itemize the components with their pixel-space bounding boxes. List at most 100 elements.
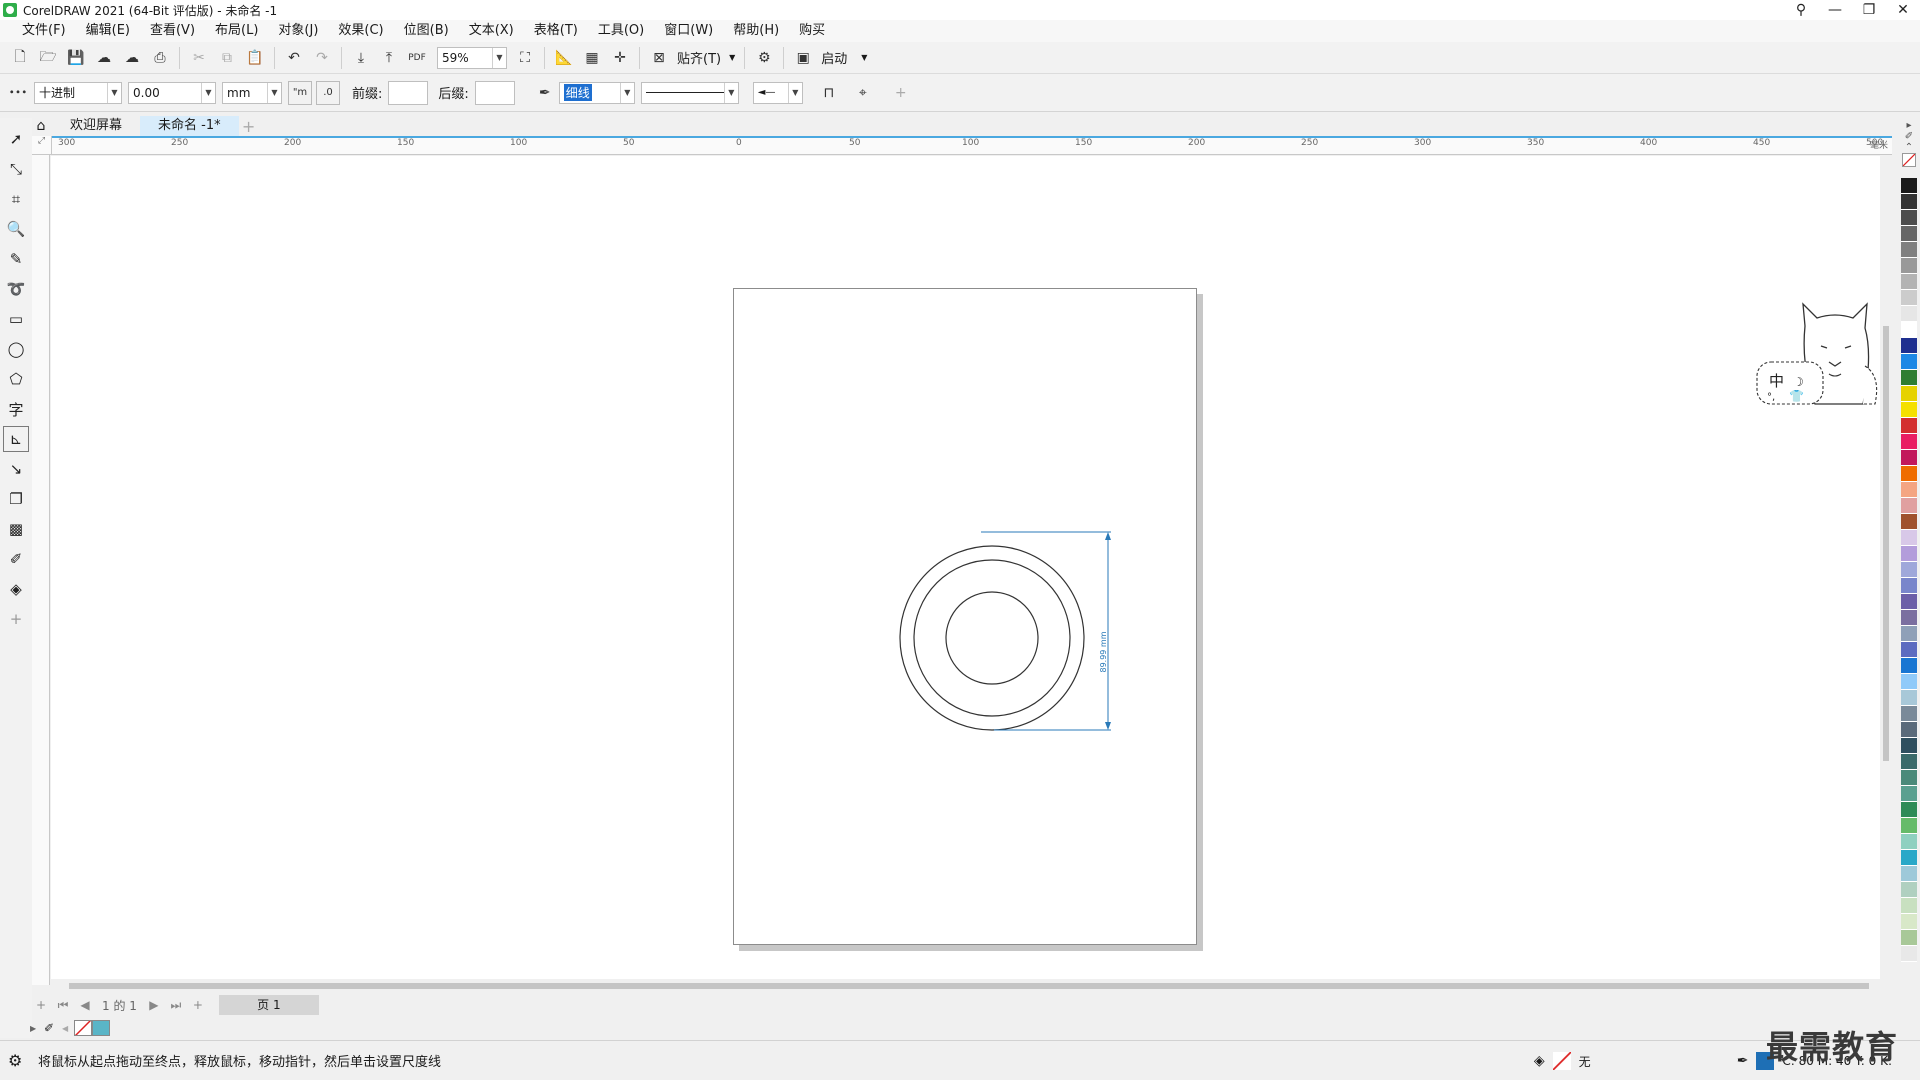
palette-swatch[interactable]: [1901, 546, 1917, 562]
palette-swatch[interactable]: [1901, 786, 1917, 802]
middle-circle[interactable]: [913, 559, 1071, 717]
palette-swatch[interactable]: [1901, 866, 1917, 882]
palette-swatch[interactable]: [1901, 258, 1917, 274]
ruler-corner[interactable]: ⤢: [32, 136, 52, 155]
palette-swatch[interactable]: [1901, 194, 1917, 210]
menu-help[interactable]: 帮助(H): [723, 20, 789, 42]
application-launcher-icon[interactable]: ▣: [791, 46, 815, 70]
copy-icon[interactable]: ⧉: [215, 46, 239, 70]
full-screen-icon[interactable]: ⛶: [513, 46, 537, 70]
palette-swatch[interactable]: [1901, 930, 1917, 946]
palette-swatch[interactable]: [1901, 594, 1917, 610]
menu-file[interactable]: 文件(F): [12, 20, 76, 42]
no-color-swatch[interactable]: [74, 1020, 92, 1036]
show-grid-icon[interactable]: ▦: [580, 46, 604, 70]
palette-swatch[interactable]: [1901, 914, 1917, 930]
inner-circle[interactable]: [945, 591, 1039, 685]
palette-swatch[interactable]: [1901, 290, 1917, 306]
dimension-style-combo[interactable]: 十进制 ▼: [34, 81, 122, 104]
chevron-down-icon[interactable]: ▼: [267, 82, 281, 103]
dimension-units-combo[interactable]: mm ▼: [222, 81, 282, 104]
palette-swatch[interactable]: [1901, 706, 1917, 722]
options-gear-icon[interactable]: ⚙: [752, 46, 776, 70]
palette-scroll-left-icon[interactable]: ◀: [62, 1024, 74, 1033]
first-page-icon[interactable]: ⏮: [52, 998, 74, 1013]
add-page-after-icon[interactable]: +: [187, 998, 209, 1012]
palette-swatch[interactable]: [1901, 418, 1917, 434]
add-tool-icon[interactable]: +: [3, 606, 29, 632]
chevron-down-icon[interactable]: ▼: [723, 82, 738, 103]
palette-swatch[interactable]: [1901, 722, 1917, 738]
palette-swatch[interactable]: [1901, 450, 1917, 466]
menu-layout[interactable]: 布局(L): [205, 20, 268, 42]
ime-moon-icon[interactable]: ☽: [1793, 375, 1804, 389]
palette-swatch[interactable]: [1901, 434, 1917, 450]
eyedropper-tool-icon[interactable]: ✐: [3, 546, 29, 572]
rectangle-tool-icon[interactable]: ▭: [3, 306, 29, 332]
outline-width-combo[interactable]: 细线 ▼: [558, 81, 635, 104]
dimension-style-icon[interactable]: ∙∙∙: [6, 81, 30, 105]
save-icon[interactable]: 💾: [64, 46, 88, 70]
suffix-input[interactable]: [474, 80, 515, 105]
import-icon[interactable]: ⤓: [349, 46, 373, 70]
add-plus-icon[interactable]: +: [889, 81, 913, 105]
ime-punct-icon[interactable]: °,: [1767, 392, 1775, 403]
add-page-before-icon[interactable]: +: [30, 998, 52, 1012]
palette-swatch[interactable]: [1901, 610, 1917, 626]
horizontal-scroll-thumb[interactable]: [69, 983, 1869, 989]
palette-swatch[interactable]: [1901, 274, 1917, 290]
horizontal-scrollbar[interactable]: [51, 979, 1891, 993]
palette-swatch[interactable]: [1901, 178, 1917, 194]
pick-tool-icon[interactable]: ➚: [3, 126, 29, 152]
redo-icon[interactable]: ↷: [310, 46, 334, 70]
snap-to-menu[interactable]: 贴齐(T): [677, 48, 721, 67]
tab-untitled-document[interactable]: 未命名 -1*: [140, 116, 239, 136]
show-guidelines-icon[interactable]: ✛: [608, 46, 632, 70]
cloud-upload-icon[interactable]: ☁: [120, 46, 144, 70]
add-tab-icon[interactable]: +: [239, 116, 259, 136]
snap-off-icon[interactable]: ⊠: [647, 46, 671, 70]
menu-table[interactable]: 表格(T): [524, 20, 588, 42]
artistic-media-tool-icon[interactable]: ➰: [3, 276, 29, 302]
status-settings-gear-icon[interactable]: ⚙: [8, 1051, 32, 1070]
connector-tool-icon[interactable]: ↘: [3, 456, 29, 482]
freehand-tool-icon[interactable]: ✎: [3, 246, 29, 272]
menu-edit[interactable]: 编辑(E): [76, 20, 140, 42]
palette-swatch[interactable]: [1901, 386, 1917, 402]
chevron-down-icon[interactable]: ▼: [861, 53, 867, 62]
shape-tool-icon[interactable]: ⤡: [3, 156, 29, 182]
ime-mode-label[interactable]: 中: [1769, 372, 1784, 390]
palette-swatch[interactable]: [1901, 818, 1917, 834]
palette-swatch[interactable]: [1901, 242, 1917, 258]
palette-swatch[interactable]: [1901, 338, 1917, 354]
palette-swatch[interactable]: [1901, 642, 1917, 658]
text-position-icon[interactable]: ⌖: [851, 81, 875, 105]
show-rulers-icon[interactable]: 📐: [552, 46, 576, 70]
palette-swatch[interactable]: [1901, 498, 1917, 514]
restore-button[interactable]: ❐: [1852, 0, 1886, 20]
menu-object[interactable]: 对象(J): [268, 20, 328, 42]
ime-shirt-icon[interactable]: 👕: [1789, 389, 1804, 403]
crop-tool-icon[interactable]: ⌗: [3, 186, 29, 212]
line-style-combo[interactable]: ▼: [640, 81, 739, 104]
palette-swatch[interactable]: [1901, 770, 1917, 786]
palette-swatch[interactable]: [1901, 354, 1917, 370]
palette-swatch[interactable]: [1901, 322, 1917, 338]
pdf-icon[interactable]: PDF: [405, 46, 429, 70]
palette-swatch[interactable]: [1901, 738, 1917, 754]
palette-swatch[interactable]: [1901, 370, 1917, 386]
minimize-button[interactable]: —: [1818, 0, 1852, 20]
fill-bucket-icon[interactable]: ◈: [1534, 1053, 1545, 1069]
palette-swatch[interactable]: [1901, 882, 1917, 898]
last-page-icon[interactable]: ⏭: [165, 998, 187, 1013]
cloud-download-icon[interactable]: ☁: [92, 46, 116, 70]
page-tab-1[interactable]: 页 1: [218, 995, 319, 1015]
palette-swatch[interactable]: [1901, 210, 1917, 226]
chevron-down-icon[interactable]: ▼: [201, 82, 215, 103]
palette-eyedropper-icon[interactable]: ✐: [1905, 131, 1913, 142]
outer-circle[interactable]: [899, 545, 1085, 731]
palette-swatch[interactable]: [1901, 466, 1917, 482]
palette-swatch[interactable]: [1901, 690, 1917, 706]
menu-window[interactable]: 窗口(W): [654, 20, 723, 42]
dimension-precision-combo[interactable]: 0.00 ▼: [128, 81, 216, 104]
